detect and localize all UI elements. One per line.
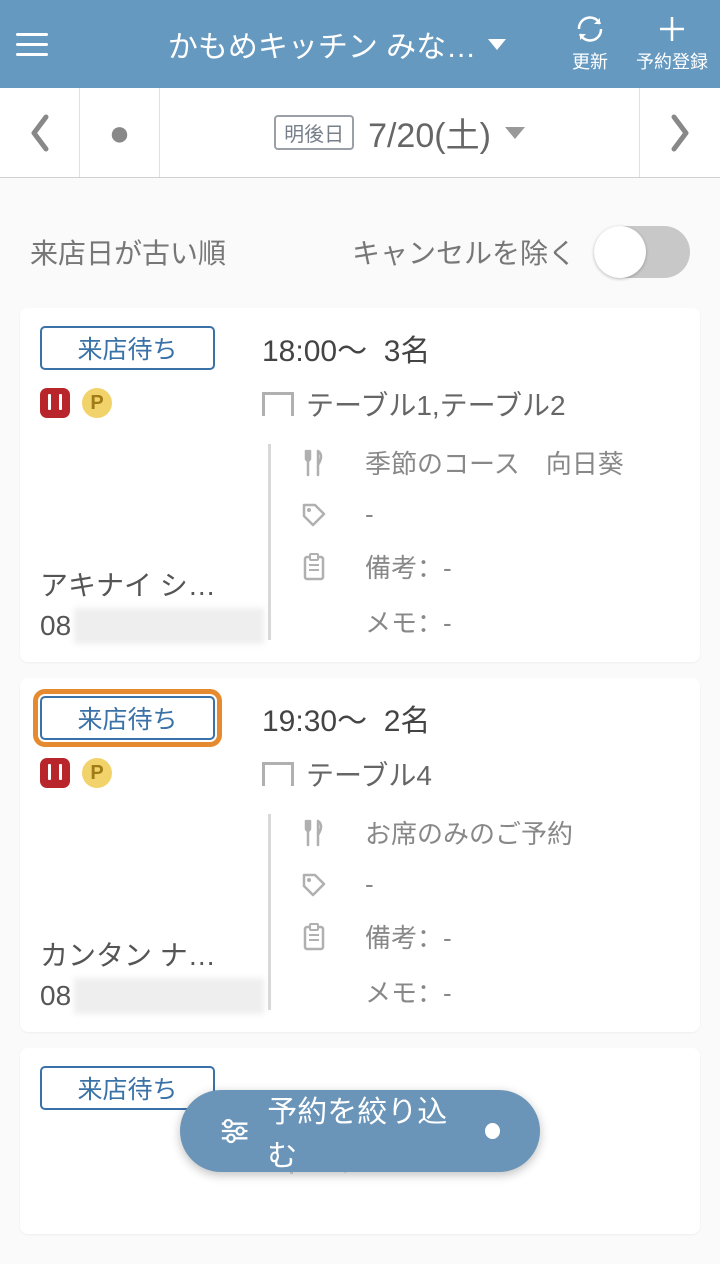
course-row: 季節のコース 向日葵 (299, 444, 680, 481)
chevron-down-icon (488, 39, 506, 50)
course-row: お席のみのご予約 (299, 814, 680, 851)
refresh-label: 更新 (572, 48, 608, 74)
hotpepper-icon (40, 758, 70, 788)
customer-phone: 08 (40, 610, 240, 642)
menu-icon[interactable] (12, 29, 52, 60)
status-badge: 来店待ち (40, 696, 215, 740)
add-reservation-button[interactable]: 予約登録 (636, 14, 708, 74)
app-header: かもめキッチン みな… 更新 予約登録 (0, 0, 720, 88)
refresh-icon (573, 14, 607, 44)
refresh-button[interactable]: 更新 (572, 14, 608, 74)
cutlery-icon (299, 449, 329, 477)
note-icon (299, 923, 329, 951)
exclude-cancel-label: キャンセルを除く (352, 232, 576, 272)
exclude-cancel-control: キャンセルを除く (352, 226, 690, 278)
filter-icon (220, 1117, 249, 1145)
memo-row: メモ：- (299, 973, 680, 1010)
sort-label[interactable]: 来店日が古い順 (30, 232, 226, 272)
toggle-knob (594, 226, 646, 278)
date-text: 7/20(土) (368, 108, 491, 157)
store-title: かもめキッチン みな… (168, 22, 476, 66)
reservation-card[interactable]: 来店待ち P 18:00～ 3名 テーブル1,テーブル2 アキナイ シ… (20, 308, 700, 662)
status-badge: 来店待ち (40, 1066, 215, 1110)
today-button[interactable]: ● (80, 88, 160, 177)
date-picker[interactable]: 明後日 7/20(土) (160, 88, 640, 177)
next-day-button[interactable] (640, 88, 720, 177)
date-relative-tag: 明後日 (274, 115, 354, 150)
table-icon (262, 762, 294, 786)
header-actions: 更新 予約登録 (572, 14, 708, 74)
point-icon: P (82, 758, 112, 788)
date-navigation: ● 明後日 7/20(土) (0, 88, 720, 178)
prev-day-button[interactable] (0, 88, 80, 177)
tag-icon (299, 502, 329, 528)
time-party: 18:00～ 3名 (262, 326, 680, 370)
time-party: 19:30～ 2名 (262, 696, 680, 740)
cutlery-icon (299, 819, 329, 847)
tag-icon (299, 872, 329, 898)
filter-fab-button[interactable]: 予約を絞り込む (180, 1090, 540, 1172)
exclude-cancel-toggle[interactable] (594, 226, 690, 278)
redacted-mask (74, 978, 264, 1014)
point-icon: P (82, 388, 112, 418)
status-badge: 来店待ち (40, 326, 215, 370)
filter-fab-label: 予約を絞り込む (267, 1087, 459, 1175)
note-row: 備考：- (299, 548, 680, 585)
customer-name: カンタン ナ… (40, 934, 240, 974)
table-icon (262, 392, 294, 416)
note-row: 備考：- (299, 918, 680, 955)
tag-row: - (299, 869, 680, 900)
memo-row: メモ：- (299, 603, 680, 640)
reservation-card[interactable]: 来店待ち P 19:30～ 2名 テーブル4 カンタン ナ… (20, 678, 700, 1032)
list-controls: 来店日が古い順 キャンセルを除く (0, 178, 720, 308)
hotpepper-icon (40, 388, 70, 418)
redacted-mask (74, 608, 264, 644)
plus-icon (655, 14, 689, 44)
table-info: テーブル1,テーブル2 (262, 384, 680, 424)
filter-active-indicator (485, 1123, 500, 1139)
note-icon (299, 553, 329, 581)
store-selector[interactable]: かもめキッチン みな… (102, 22, 572, 66)
chevron-down-icon (505, 127, 525, 139)
tag-row: - (299, 499, 680, 530)
customer-name: アキナイ シ… (40, 564, 240, 604)
table-info: テーブル4 (262, 754, 680, 794)
customer-phone: 08 (40, 980, 240, 1012)
add-label: 予約登録 (636, 48, 708, 74)
